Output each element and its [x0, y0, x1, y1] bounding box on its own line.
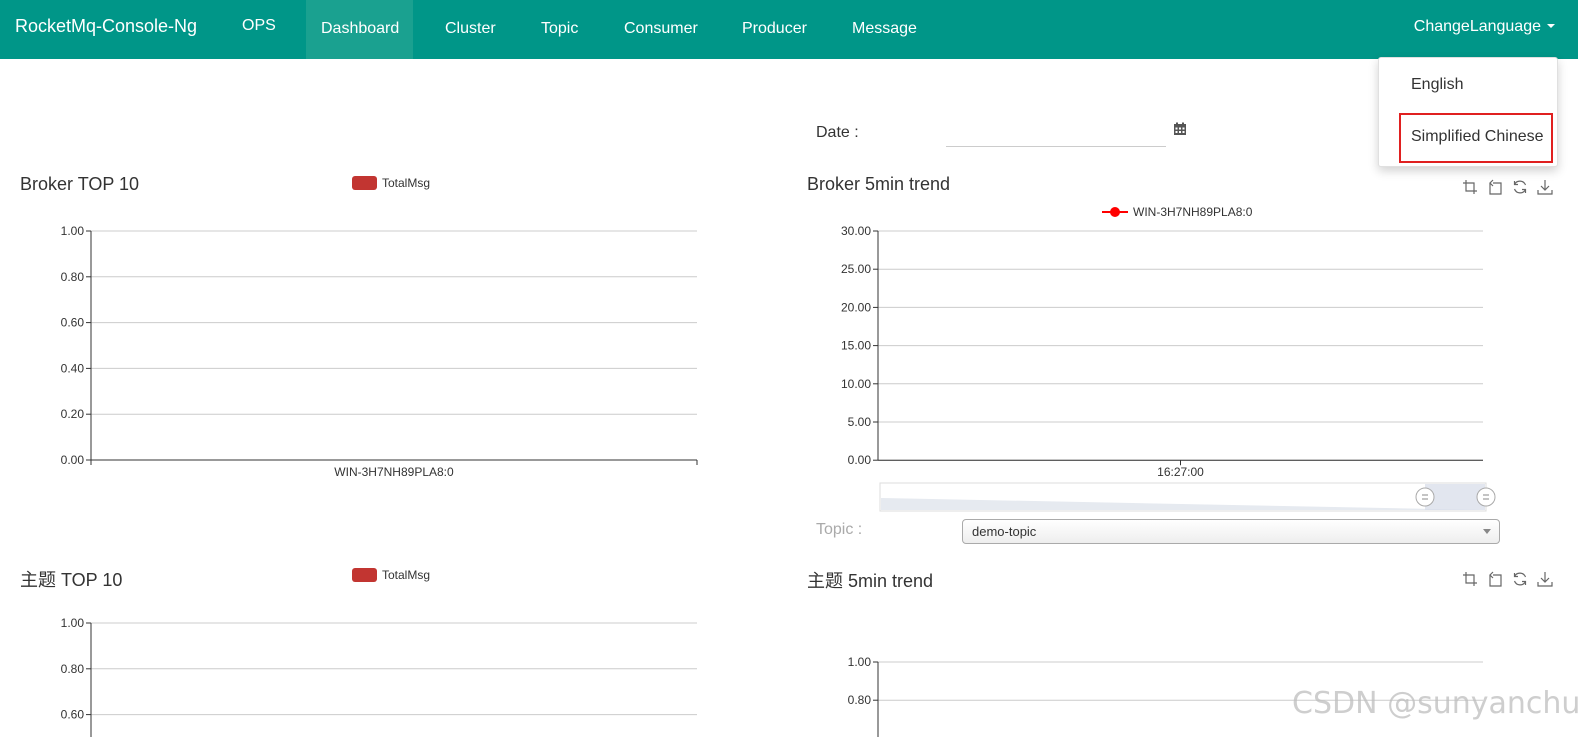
nav-message[interactable]: Message	[837, 0, 932, 59]
zoom-reset-icon[interactable]	[1487, 571, 1503, 587]
select-arrow-icon	[1483, 529, 1491, 534]
y-tick-label: 1.00	[61, 224, 85, 238]
y-tick-label: 30.00	[841, 224, 871, 238]
y-tick-label: 0.20	[61, 407, 85, 421]
broker-trend-chart: 30.00 25.00 20.00 15.00 10.00 5.00 0.00 16:27:0…	[841, 224, 1496, 512]
highlight-box	[1399, 113, 1553, 163]
legend-swatch[interactable]	[352, 568, 377, 582]
y-tick-label: 20.00	[841, 300, 871, 314]
nav-dashboard[interactable]: Dashboard	[306, 0, 413, 59]
restore-icon[interactable]	[1512, 571, 1528, 587]
nav-consumer[interactable]: Consumer	[609, 0, 713, 59]
topic-select[interactable]: demo-topic	[962, 519, 1500, 544]
zoom-reset-icon[interactable]	[1487, 179, 1503, 195]
x-tick-label: 16:27:00	[1157, 465, 1204, 479]
y-tick-label: 5.00	[848, 415, 872, 429]
y-tick-label: 0.60	[61, 316, 85, 330]
topic-top10-title: 主题 TOP 10	[20, 570, 123, 590]
topic-top10-chart: 1.00 0.80 0.60	[61, 616, 697, 737]
broker-trend-title: Broker 5min trend	[807, 174, 951, 194]
y-tick-label: 0.00	[848, 453, 872, 467]
date-input[interactable]	[946, 120, 1166, 147]
y-tick-label: 0.40	[61, 361, 85, 375]
data-zoom-handle-knob[interactable]	[1415, 487, 1435, 507]
y-tick-label: 0.80	[61, 270, 85, 284]
y-tick-label: 1.00	[61, 616, 85, 630]
y-tick-label: 25.00	[841, 262, 871, 276]
watermark: CSDN @sunyanchun	[1292, 686, 1578, 721]
nav-ops[interactable]: OPS	[227, 0, 291, 59]
topic-select-value: demo-topic	[972, 524, 1037, 539]
top-navbar: RocketMq-Console-Ng OPS Dashboard Cluste…	[0, 0, 1578, 59]
nav-cluster[interactable]: Cluster	[430, 0, 511, 59]
legend-label[interactable]: TotalMsg	[382, 568, 430, 582]
y-tick-label: 1.00	[848, 655, 872, 669]
data-zoom-icon[interactable]	[1462, 571, 1478, 587]
topic-label: Topic :	[816, 521, 863, 538]
save-image-icon[interactable]	[1537, 179, 1553, 195]
data-zoom-handle[interactable]	[1415, 487, 1435, 507]
caret-down-icon	[1547, 23, 1555, 28]
x-tick-label: WIN-3H7NH89PLA8:0	[334, 465, 454, 479]
legend-swatch[interactable]	[352, 176, 377, 190]
y-tick-label: 0.60	[61, 708, 85, 722]
nav-producer[interactable]: Producer	[727, 0, 822, 59]
data-zoom-icon[interactable]	[1462, 179, 1478, 195]
topic-trend-title: 主题 5min trend	[807, 571, 934, 591]
y-tick-label: 10.00	[841, 377, 871, 391]
data-zoom-handle[interactable]	[1476, 487, 1496, 507]
brand-title[interactable]: RocketMq-Console-Ng	[15, 16, 197, 37]
y-tick-label: 0.80	[848, 693, 872, 707]
y-tick-label: 15.00	[841, 339, 871, 353]
broker-top10-title: Broker TOP 10	[20, 174, 140, 194]
date-label: Date :	[816, 124, 859, 141]
broker-top10-chart: 1.00 0.80 0.60 0.40 0.20 0.00 WIN-3H7NH89PLA8:…	[61, 224, 698, 479]
calendar-icon[interactable]	[1173, 122, 1187, 136]
data-zoom-handle-knob[interactable]	[1476, 487, 1496, 507]
y-tick-label: 0.80	[61, 662, 85, 676]
nav-topic[interactable]: Topic	[526, 0, 593, 59]
language-dropdown-menu: English Simplified Chinese	[1378, 57, 1558, 167]
save-image-icon[interactable]	[1537, 571, 1553, 587]
restore-icon[interactable]	[1512, 179, 1528, 195]
change-language-toggle[interactable]: ChangeLanguage	[1414, 0, 1555, 59]
y-tick-label: 0.00	[61, 453, 85, 467]
language-option-english[interactable]: English	[1379, 65, 1557, 105]
legend-label[interactable]: TotalMsg	[382, 176, 430, 190]
change-language-label: ChangeLanguage	[1413, 18, 1541, 35]
